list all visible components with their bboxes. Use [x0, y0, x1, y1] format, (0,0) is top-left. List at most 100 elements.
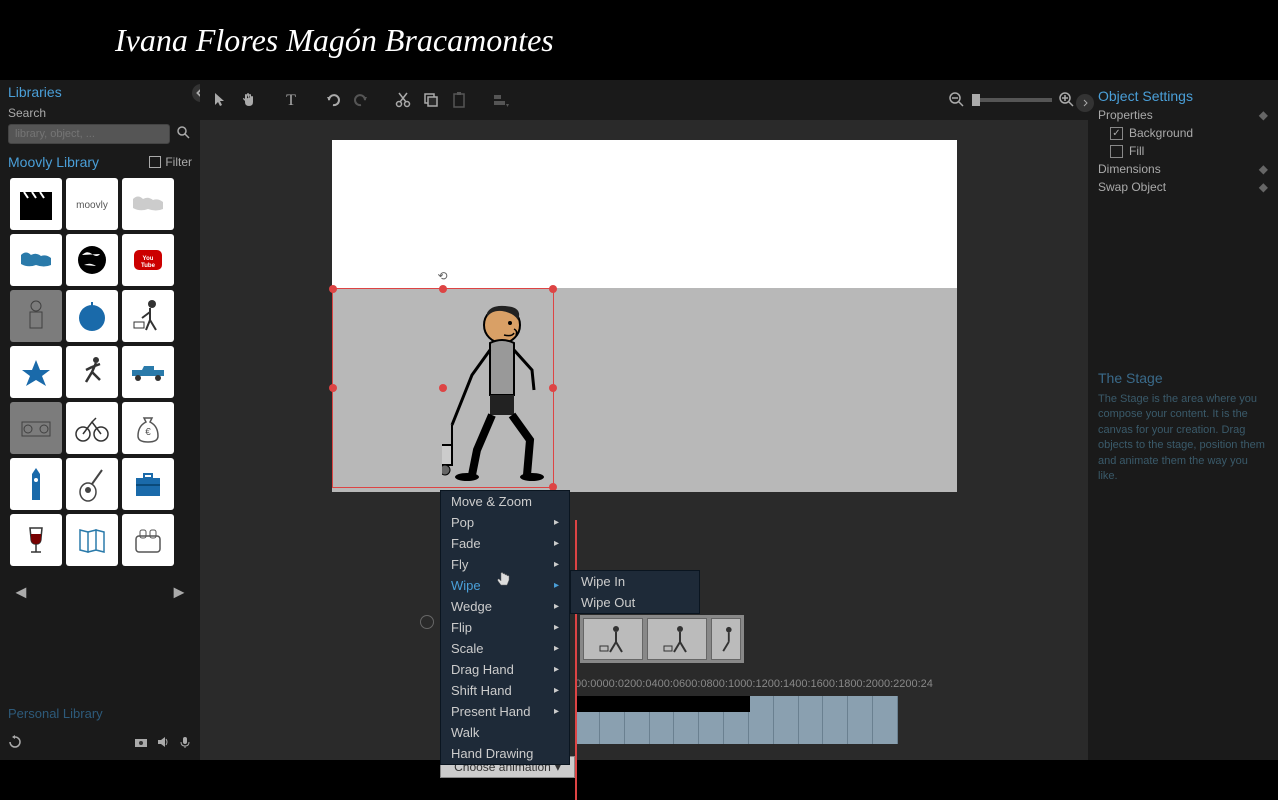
thumb-star[interactable] — [10, 346, 62, 398]
wipe-submenu: Wipe In Wipe Out — [570, 570, 700, 614]
svg-text:You: You — [143, 256, 154, 262]
menu-item-move-zoom[interactable]: Move & Zoom — [441, 491, 569, 512]
resize-handle-tc[interactable] — [439, 285, 447, 293]
search-input[interactable] — [8, 124, 170, 144]
expand-icon[interactable]: ◆ — [1259, 108, 1268, 122]
menu-item-wedge[interactable]: Wedge▸ — [441, 596, 569, 617]
thumb-clapper[interactable] — [10, 178, 62, 230]
menu-item-fade[interactable]: Fade▸ — [441, 533, 569, 554]
background-option[interactable]: Background — [1098, 126, 1268, 140]
cut-button[interactable] — [394, 91, 412, 109]
timeline-clip-thumbs[interactable] — [580, 615, 744, 663]
submenu-item-wipe-out[interactable]: Wipe Out — [571, 592, 699, 613]
expand-icon[interactable]: ◆ — [1259, 180, 1268, 194]
paste-button[interactable] — [450, 91, 468, 109]
thumb-truck[interactable] — [122, 346, 174, 398]
menu-item-flip[interactable]: Flip▸ — [441, 617, 569, 638]
resize-handle-tl[interactable] — [329, 285, 337, 293]
help-text: The Stage is the area where you compose … — [1098, 392, 1268, 484]
filter-checkbox[interactable] — [149, 156, 161, 168]
timeline-ruler[interactable]: 00:00 00:02 00:04 00:06 00:08 00:10 00:1… — [575, 678, 898, 696]
filter-control[interactable]: Filter — [149, 155, 192, 169]
ruler-tick: 00:22 — [878, 678, 906, 696]
thumb-stereo[interactable] — [10, 402, 62, 454]
sidebar-right: Object Settings Properties ◆ Background … — [1088, 80, 1278, 760]
project-title: Ivana Flores Magón Bracamontes — [115, 22, 554, 59]
fill-option[interactable]: Fill — [1098, 144, 1268, 158]
pager-prev[interactable]: ◄ — [12, 582, 30, 603]
help-panel: The Stage The Stage is the area where yo… — [1098, 370, 1268, 484]
submenu-item-wipe-in[interactable]: Wipe In — [571, 571, 699, 592]
menu-item-present-hand[interactable]: Present Hand▸ — [441, 701, 569, 722]
dimensions-section[interactable]: Dimensions ◆ — [1098, 162, 1268, 176]
search-button[interactable] — [176, 125, 192, 144]
menu-item-hand-drawing[interactable]: Hand Drawing — [441, 743, 569, 764]
thumb-runner[interactable] — [66, 346, 118, 398]
pager-next[interactable]: ► — [170, 582, 188, 603]
collapse-right-icon[interactable] — [1076, 94, 1094, 112]
stage[interactable]: ⟲ — [332, 140, 957, 492]
thumb-moneybag[interactable]: € — [122, 402, 174, 454]
thumb-worldmap-dark[interactable] — [10, 234, 62, 286]
thumb-wine[interactable] — [10, 514, 62, 566]
align-button[interactable] — [492, 91, 510, 109]
libraries-label: Libraries — [8, 84, 62, 100]
pointer-tool[interactable] — [212, 91, 230, 109]
expand-icon[interactable]: ◆ — [1259, 162, 1268, 176]
hand-tool[interactable] — [240, 91, 258, 109]
rotation-handle[interactable]: ⟲ — [437, 269, 447, 283]
zoom-slider[interactable] — [972, 98, 1052, 102]
ruler-tick: 00:06 — [658, 678, 686, 696]
thumb-briefcase[interactable] — [122, 458, 174, 510]
menu-item-shift-hand[interactable]: Shift Hand▸ — [441, 680, 569, 701]
timeline-track[interactable] — [575, 696, 898, 744]
library-title: Moovly Library — [8, 154, 99, 170]
thumb-businessman[interactable] — [10, 290, 62, 342]
zoom-in-button[interactable] — [1058, 91, 1076, 109]
thumb-apple[interactable] — [66, 290, 118, 342]
menu-item-walk[interactable]: Walk — [441, 722, 569, 743]
timeline-thumb-3[interactable] — [711, 618, 741, 660]
zoom-out-button[interactable] — [948, 91, 966, 109]
search-label: Search — [0, 104, 200, 122]
properties-section[interactable]: Properties ◆ — [1098, 108, 1268, 122]
camera-icon[interactable] — [134, 735, 148, 754]
mic-icon[interactable] — [178, 735, 192, 754]
thumb-bigben[interactable] — [10, 458, 62, 510]
boy-with-cart-object[interactable] — [442, 295, 562, 485]
menu-item-drag-hand[interactable]: Drag Hand▸ — [441, 659, 569, 680]
menu-item-scale[interactable]: Scale▸ — [441, 638, 569, 659]
timeline-thumb-1[interactable] — [583, 618, 643, 660]
timeline-toggle-icon[interactable] — [420, 615, 434, 629]
ruler-tick: 00:20 — [850, 678, 878, 696]
thumb-bicycle[interactable] — [66, 402, 118, 454]
background-checkbox[interactable] — [1110, 127, 1123, 140]
refresh-icon[interactable] — [8, 735, 22, 754]
ruler-tick: 00:04 — [630, 678, 658, 696]
thumb-worldmap[interactable] — [122, 178, 174, 230]
thumb-youtube[interactable]: YouTube — [122, 234, 174, 286]
thumb-guitar[interactable] — [66, 458, 118, 510]
resize-handle-ml[interactable] — [329, 384, 337, 392]
text-tool[interactable]: T — [282, 91, 300, 109]
thumbnail-pager: ◄ ► — [0, 578, 200, 607]
thumb-toaster[interactable] — [122, 514, 174, 566]
fill-checkbox[interactable] — [1110, 145, 1123, 158]
menu-item-pop[interactable]: Pop▸ — [441, 512, 569, 533]
resize-handle-tr[interactable] — [549, 285, 557, 293]
thumb-brochure[interactable] — [66, 514, 118, 566]
thumb-person-cart[interactable] — [122, 290, 174, 342]
ruler-tick: 00:24 — [905, 678, 933, 696]
copy-button[interactable] — [422, 91, 440, 109]
sound-icon[interactable] — [156, 735, 170, 754]
timeline-thumb-2[interactable] — [647, 618, 707, 660]
timeline-clip[interactable] — [575, 696, 750, 712]
thumb-moovly[interactable]: moovly — [66, 178, 118, 230]
library-title-row: Moovly Library Filter — [0, 146, 200, 174]
redo-button[interactable] — [352, 91, 370, 109]
personal-library-header[interactable]: Personal Library — [0, 698, 200, 729]
swap-object-section[interactable]: Swap Object ◆ — [1098, 180, 1268, 194]
thumb-globe[interactable] — [66, 234, 118, 286]
undo-button[interactable] — [324, 91, 342, 109]
playhead[interactable] — [575, 520, 577, 800]
